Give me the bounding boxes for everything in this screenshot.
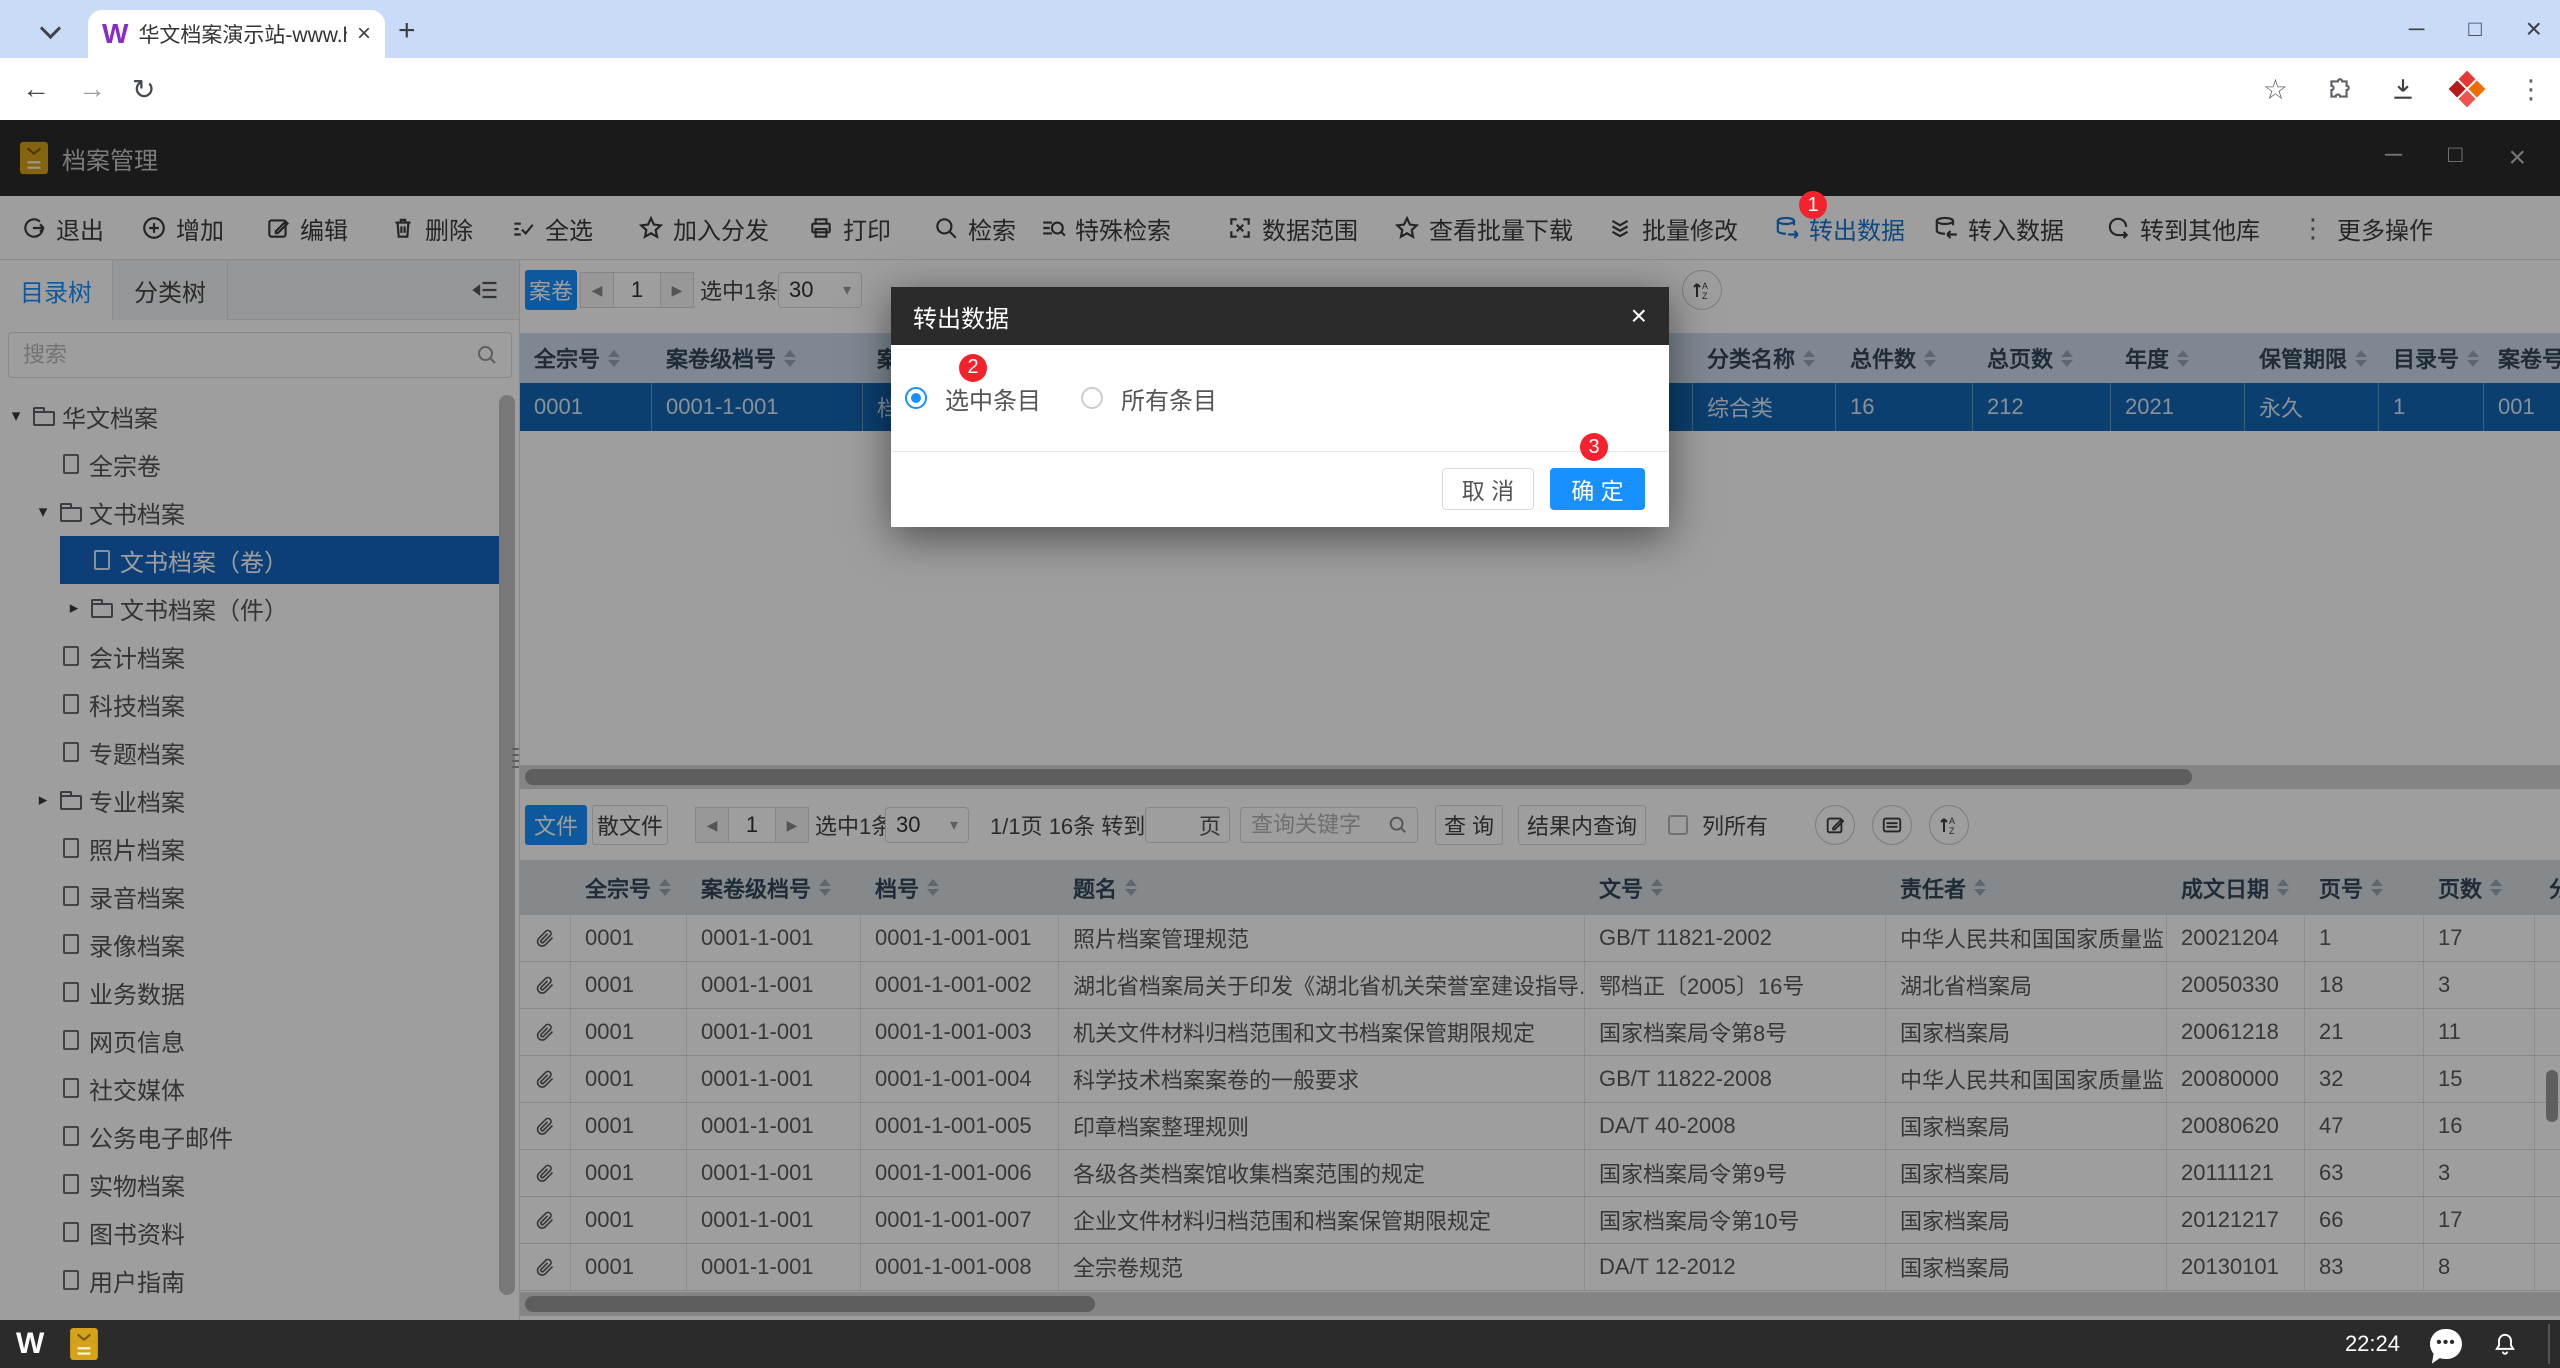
site-logo: W (102, 18, 128, 50)
radio-off-icon[interactable] (1081, 387, 1103, 409)
start-w-logo[interactable]: W (16, 1327, 44, 1361)
browser-window-controls: ─ □ × (2409, 0, 2560, 58)
dialog-body: 2 选中条目 所有条目 (891, 345, 1669, 452)
screen: W 华文档案演示站-www.hwxt.co × + ─ □ × ← → ↻ 不安… (0, 0, 2560, 1368)
browser-maximize-icon[interactable]: □ (2468, 16, 2481, 42)
extensions-puzzle-icon[interactable] (2326, 76, 2352, 102)
dialog-close-icon[interactable]: × (1631, 300, 1647, 332)
bookmark-star-icon[interactable]: ☆ (2263, 73, 2288, 106)
radio-on-icon[interactable] (905, 387, 927, 409)
extension-color-icon[interactable] (2449, 71, 2486, 108)
new-tab-button[interactable]: + (398, 14, 416, 48)
bell-icon[interactable] (2492, 1331, 2518, 1357)
browser-tab[interactable]: W 华文档案演示站-www.hwxt.co × (88, 10, 385, 58)
radio-label: 选中条目 (945, 381, 1041, 416)
taskbar-tray: 22:24 ••• (2345, 1320, 2560, 1368)
taskbar-archive-app-icon[interactable] (70, 1328, 98, 1360)
chat-icon[interactable]: ••• (2430, 1329, 2462, 1359)
tab-title: 华文档案演示站-www.hwxt.co (138, 19, 347, 49)
confirm-button[interactable]: 3 确 定 (1550, 468, 1645, 510)
radio-label: 所有条目 (1121, 381, 1217, 416)
export-data-dialog: 转出数据 × 2 选中条目 所有条目 取 消 3 确 定 (891, 287, 1669, 527)
browser-addressbar: ← → ↻ 不安全 xysh.eu.org:8848/Lams/vue/inde… (0, 58, 2560, 120)
browser-menu-kebab-icon[interactable]: ⋮ (2518, 74, 2544, 105)
browser-minimize-icon[interactable]: ─ (2409, 16, 2425, 42)
forward-icon[interactable]: → (78, 58, 106, 120)
confirm-button-label: 确 定 (1571, 472, 1623, 506)
radio-selected-entries[interactable]: 2 选中条目 (905, 381, 1041, 416)
cancel-button[interactable]: 取 消 (1442, 468, 1534, 510)
browser-close-icon[interactable]: × (2526, 13, 2542, 45)
clock[interactable]: 22:24 (2345, 1331, 2400, 1357)
addressbar-actions: ☆ ⋮ (2263, 58, 2560, 120)
step-badge-2: 2 (959, 354, 987, 382)
radio-all-entries[interactable]: 所有条目 (1081, 381, 1217, 416)
dialog-title: 转出数据 (913, 299, 1631, 334)
tab-close-icon[interactable]: × (357, 20, 371, 48)
taskbar-divider (2548, 1324, 2550, 1364)
step-badge-1: 1 (1799, 191, 1827, 219)
download-icon[interactable] (2390, 76, 2416, 102)
taskbar: W 22:24 ••• (0, 1320, 2560, 1368)
dialog-footer: 取 消 3 确 定 (891, 452, 1669, 526)
step-badge-3: 3 (1580, 433, 1608, 461)
tab-search-chevron-icon[interactable] (28, 12, 72, 50)
browser-tabstrip: W 华文档案演示站-www.hwxt.co × + ─ □ × (0, 0, 2560, 58)
reload-icon[interactable]: ↻ (132, 58, 155, 120)
dialog-header[interactable]: 转出数据 × (891, 287, 1669, 345)
back-icon[interactable]: ← (22, 58, 50, 120)
